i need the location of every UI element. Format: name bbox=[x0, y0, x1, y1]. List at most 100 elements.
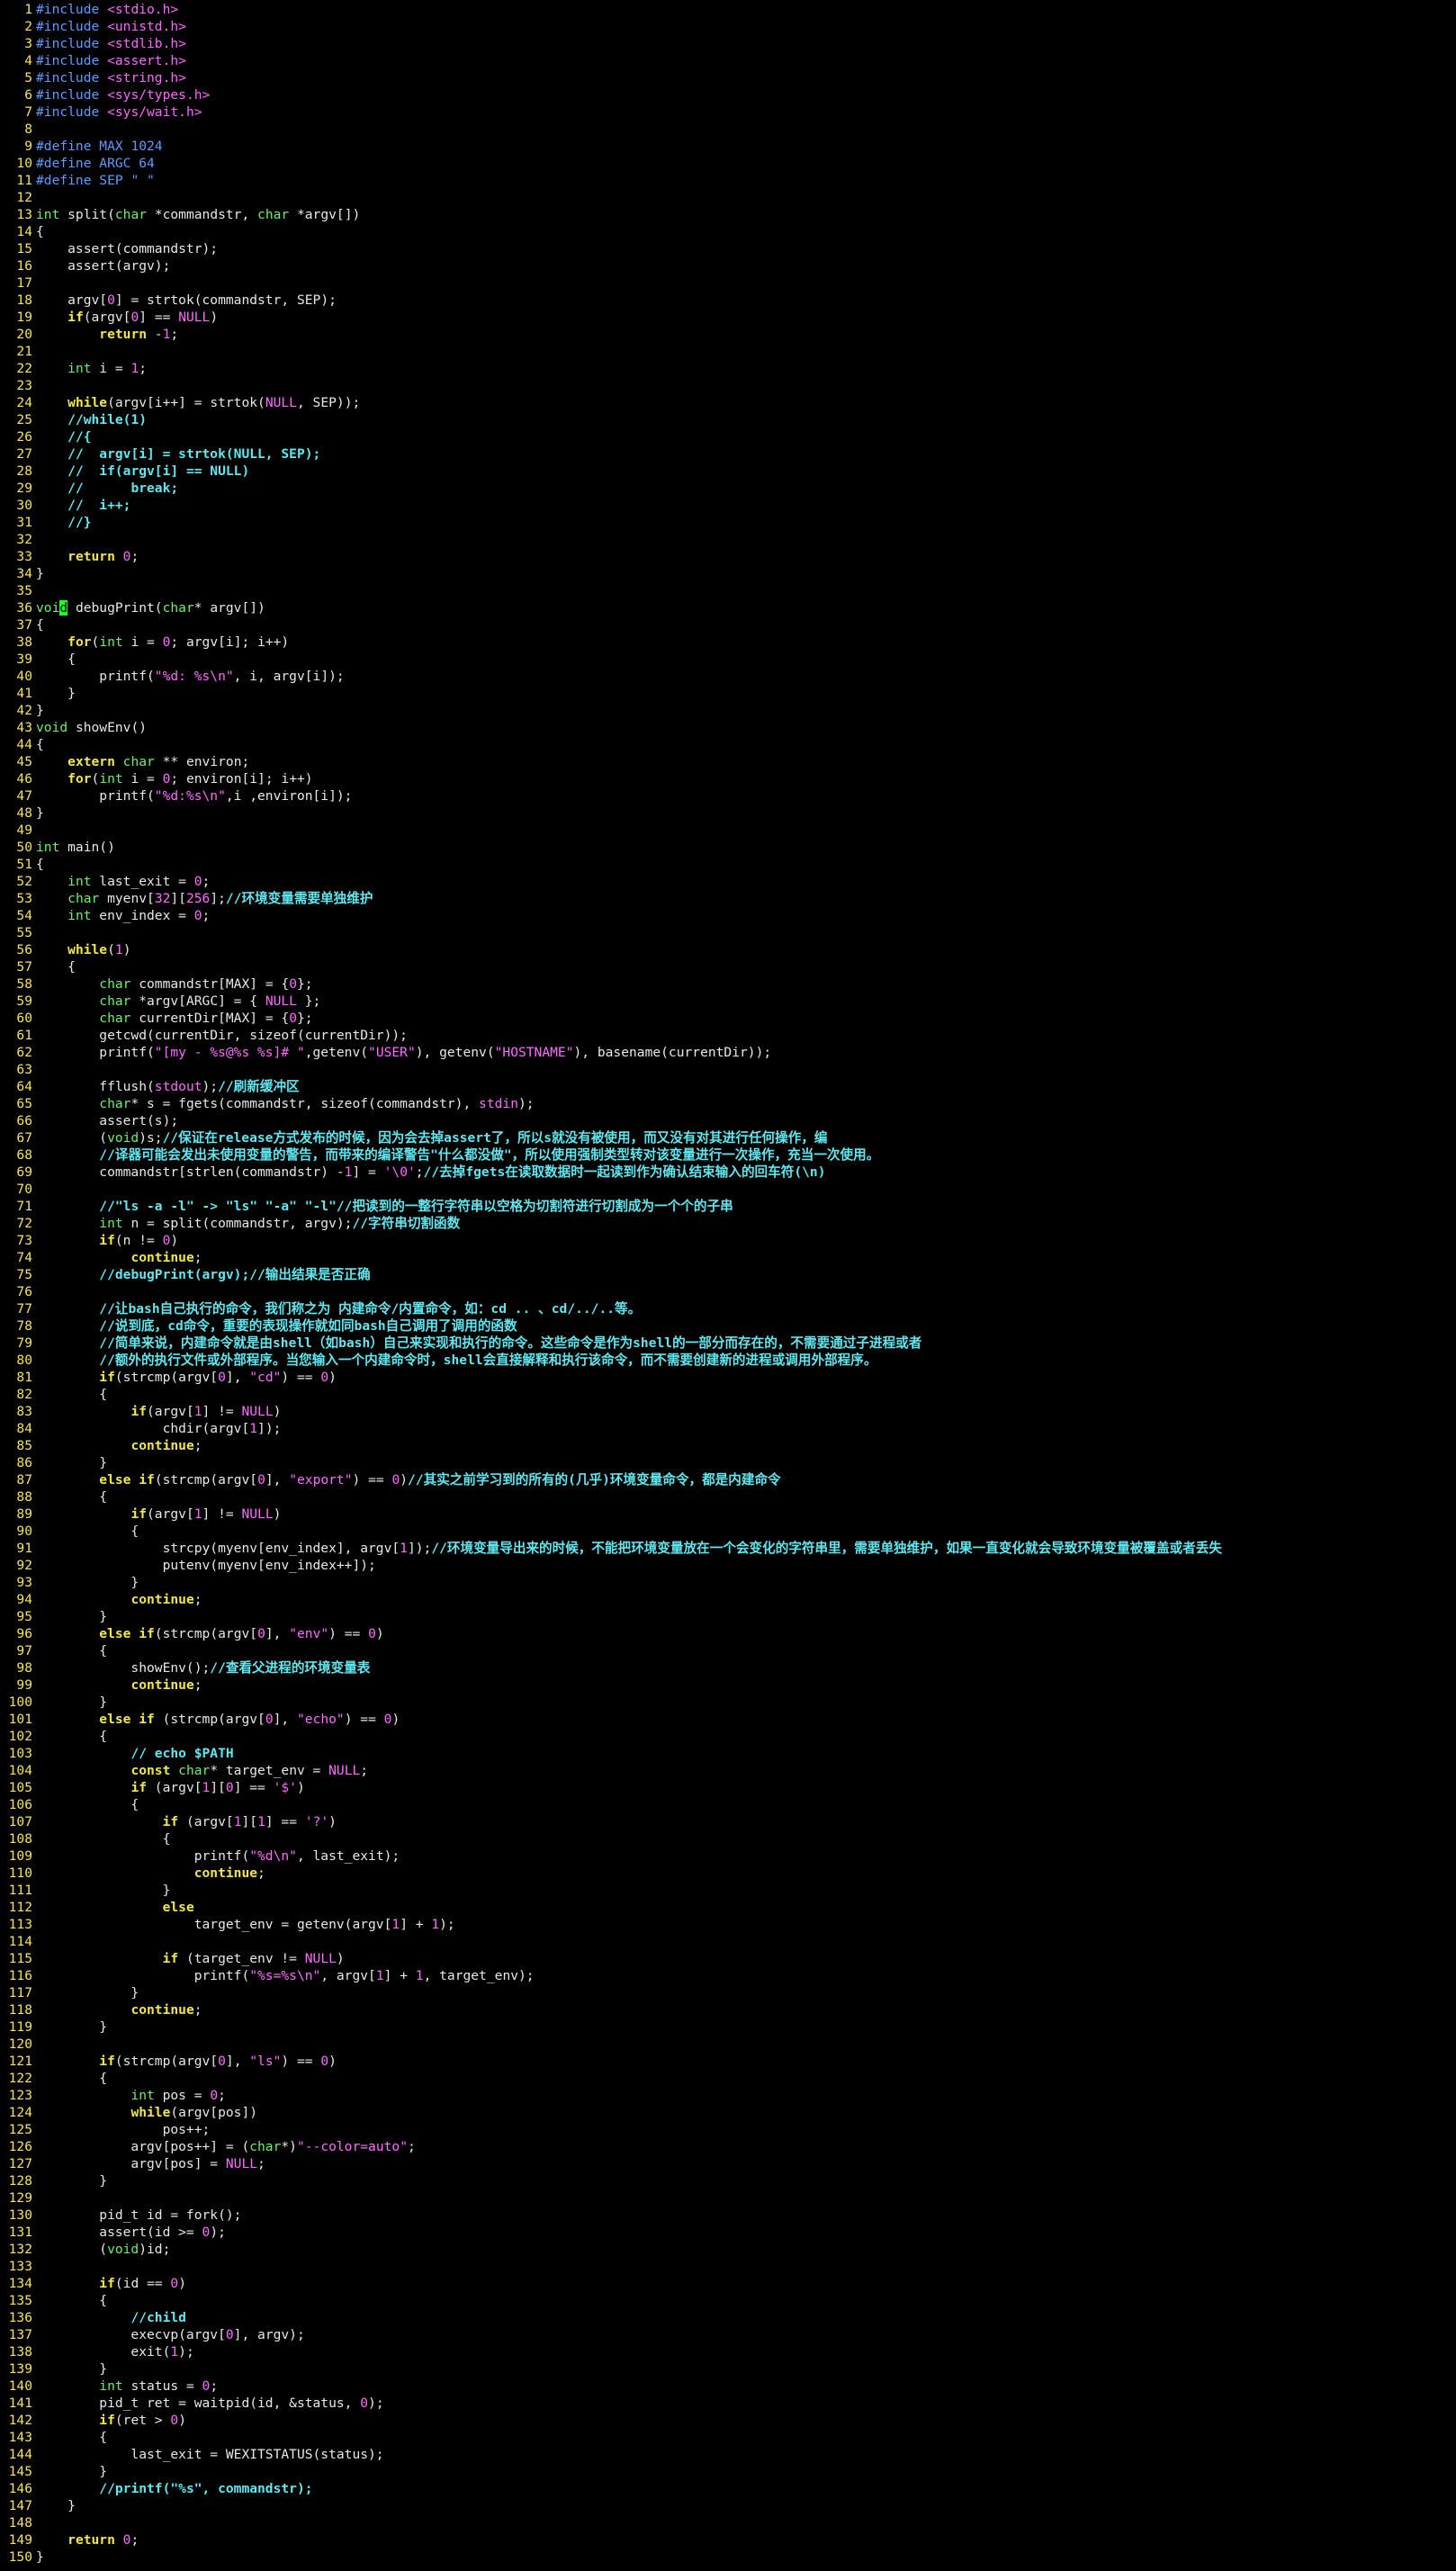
code-line[interactable]: 40 printf("%d: %s\n", i, argv[i]); bbox=[0, 668, 1456, 685]
code-line[interactable]: 135 { bbox=[0, 2292, 1456, 2309]
code-line[interactable]: 112 else bbox=[0, 1899, 1456, 1916]
code-line[interactable]: 34} bbox=[0, 565, 1456, 582]
code-line[interactable]: 46 for(int i = 0; environ[i]; i++) bbox=[0, 770, 1456, 787]
code-line[interactable]: 58 char commandstr[MAX] = {0}; bbox=[0, 975, 1456, 993]
code-line[interactable]: 104 const char* target_env = NULL; bbox=[0, 1762, 1456, 1779]
code-line[interactable]: 124 while(argv[pos]) bbox=[0, 2104, 1456, 2121]
code-line[interactable]: 106 { bbox=[0, 1796, 1456, 1813]
code-line[interactable]: 64 fflush(stdout);//刷新缓冲区 bbox=[0, 1078, 1456, 1095]
code-line[interactable]: 91 strcpy(myenv[env_index], argv[1]);//环… bbox=[0, 1540, 1456, 1557]
code-line[interactable]: 9 #define MAX 1024 bbox=[0, 138, 1456, 155]
code-line[interactable]: 47 printf("%d:%s\n",i ,environ[i]); bbox=[0, 787, 1456, 805]
code-line[interactable]: 66 assert(s); bbox=[0, 1112, 1456, 1129]
code-line[interactable]: 103 // echo $PATH bbox=[0, 1745, 1456, 1762]
code-line[interactable]: 146 //printf("%s", commandstr); bbox=[0, 2480, 1456, 2497]
code-line[interactable]: 122 { bbox=[0, 2070, 1456, 2087]
code-line[interactable]: 22 int i = 1; bbox=[0, 360, 1456, 377]
code-line[interactable]: 17 bbox=[0, 274, 1456, 292]
code-line[interactable]: 20 return -1; bbox=[0, 326, 1456, 343]
code-line[interactable]: 27 // argv[i] = strtok(NULL, SEP); bbox=[0, 445, 1456, 463]
code-line[interactable]: 69 commandstr[strlen(commandstr) -1] = '… bbox=[0, 1164, 1456, 1181]
code-line[interactable]: 111 } bbox=[0, 1882, 1456, 1899]
code-line[interactable]: 24 while(argv[i++] = strtok(NULL, SEP)); bbox=[0, 394, 1456, 411]
code-line[interactable]: 53 char myenv[32][256];//环境变量需要单独维护 bbox=[0, 890, 1456, 907]
code-line[interactable]: 52 int last_exit = 0; bbox=[0, 873, 1456, 890]
code-line[interactable]: 28 // if(argv[i] == NULL) bbox=[0, 463, 1456, 480]
code-line[interactable]: 80 //额外的执行文件或外部程序。当您输入一个内建命令时，shell会直接解释… bbox=[0, 1352, 1456, 1369]
code-line[interactable]: 130 pid_t id = fork(); bbox=[0, 2207, 1456, 2224]
code-line[interactable]: 127 argv[pos] = NULL; bbox=[0, 2155, 1456, 2172]
code-line[interactable]: 97 { bbox=[0, 1642, 1456, 1659]
code-line[interactable]: 132 (void)id; bbox=[0, 2241, 1456, 2258]
code-line[interactable]: 72 int n = split(commandstr, argv);//字符串… bbox=[0, 1215, 1456, 1232]
code-line[interactable]: 94 continue; bbox=[0, 1591, 1456, 1608]
code-line[interactable]: 125 pos++; bbox=[0, 2121, 1456, 2138]
code-line[interactable]: 49 bbox=[0, 822, 1456, 839]
code-line[interactable]: 39 { bbox=[0, 651, 1456, 668]
code-line[interactable]: 137 execvp(argv[0], argv); bbox=[0, 2326, 1456, 2343]
code-line[interactable]: 12 bbox=[0, 189, 1456, 206]
code-line[interactable]: 82 { bbox=[0, 1386, 1456, 1403]
code-line[interactable]: 99 continue; bbox=[0, 1677, 1456, 1694]
code-line[interactable]: 100 } bbox=[0, 1694, 1456, 1711]
code-line[interactable]: 15 assert(commandstr); bbox=[0, 240, 1456, 257]
code-line[interactable]: 121 if(strcmp(argv[0], "ls") == 0) bbox=[0, 2053, 1456, 2070]
code-line[interactable]: 41 } bbox=[0, 685, 1456, 702]
code-line[interactable]: 59 char *argv[ARGC] = { NULL }; bbox=[0, 993, 1456, 1010]
code-line[interactable]: 45 extern char ** environ; bbox=[0, 753, 1456, 770]
code-line[interactable]: 57 { bbox=[0, 958, 1456, 975]
code-line[interactable]: 30 // i++; bbox=[0, 497, 1456, 514]
code-line[interactable]: 75 //debugPrint(argv);//输出结果是否正确 bbox=[0, 1266, 1456, 1283]
code-line[interactable]: 85 continue; bbox=[0, 1437, 1456, 1454]
code-line[interactable]: 73 if(n != 0) bbox=[0, 1232, 1456, 1249]
code-line[interactable]: 11 #define SEP " " bbox=[0, 172, 1456, 189]
code-line[interactable]: 68 //译器可能会发出未使用变量的警告，而带来的编译警告"什么都没做"，所以使… bbox=[0, 1146, 1456, 1164]
code-line[interactable]: 134 if(id == 0) bbox=[0, 2275, 1456, 2292]
code-line[interactable]: 32 bbox=[0, 531, 1456, 548]
code-line[interactable]: 83 if(argv[1] != NULL) bbox=[0, 1403, 1456, 1420]
code-line[interactable]: 79 //简单来说，内建命令就是由shell（如bash）自己来实现和执行的命令… bbox=[0, 1335, 1456, 1352]
code-line[interactable]: 60 char currentDir[MAX] = {0}; bbox=[0, 1010, 1456, 1027]
code-line[interactable]: 120 bbox=[0, 2036, 1456, 2053]
code-line[interactable]: 109 printf("%d\n", last_exit); bbox=[0, 1847, 1456, 1865]
code-line[interactable]: 107 if (argv[1][1] == '?') bbox=[0, 1813, 1456, 1830]
code-line[interactable]: 149 return 0; bbox=[0, 2531, 1456, 2549]
code-line[interactable]: 35 bbox=[0, 582, 1456, 599]
code-line[interactable]: 37{ bbox=[0, 616, 1456, 634]
code-line[interactable]: 148 bbox=[0, 2514, 1456, 2531]
code-line[interactable]: 141 pid_t ret = waitpid(id, &status, 0); bbox=[0, 2395, 1456, 2412]
code-line[interactable]: 133 bbox=[0, 2258, 1456, 2275]
code-line[interactable]: 62 printf("[my - %s@%s %s]# ",getenv("US… bbox=[0, 1044, 1456, 1061]
code-line[interactable]: 23 bbox=[0, 377, 1456, 394]
code-line[interactable]: 18 argv[0] = strtok(commandstr, SEP); bbox=[0, 292, 1456, 309]
code-line[interactable]: 16 assert(argv); bbox=[0, 257, 1456, 274]
code-line[interactable]: 7 #include <sys/wait.h> bbox=[0, 103, 1456, 121]
code-line[interactable]: 2 #include <unistd.h> bbox=[0, 18, 1456, 35]
code-line[interactable]: 26 //{ bbox=[0, 428, 1456, 445]
code-line[interactable]: 92 putenv(myenv[env_index++]); bbox=[0, 1557, 1456, 1574]
code-line[interactable]: 128 } bbox=[0, 2172, 1456, 2189]
code-line[interactable]: 117 } bbox=[0, 1984, 1456, 2001]
code-line[interactable]: 65 char* s = fgets(commandstr, sizeof(co… bbox=[0, 1095, 1456, 1112]
code-line[interactable]: 55 bbox=[0, 924, 1456, 941]
code-line[interactable]: 43 void showEnv() bbox=[0, 719, 1456, 736]
code-line[interactable]: 139 } bbox=[0, 2360, 1456, 2378]
code-editor[interactable]: 1 #include <stdio.h> 2 #include <unistd.h> 3… bbox=[0, 1, 1456, 2571]
code-line[interactable]: 147 } bbox=[0, 2497, 1456, 2514]
code-line[interactable]: 78 //说到底，cd命令，重要的表现操作就如同bash自己调用了调用的函数 bbox=[0, 1317, 1456, 1335]
code-line[interactable]: 44 { bbox=[0, 736, 1456, 753]
code-line[interactable]: 42} bbox=[0, 702, 1456, 719]
code-line[interactable]: 50 int main() bbox=[0, 839, 1456, 856]
code-line[interactable]: 77 //让bash自己执行的命令，我们称之为 内建命令/内置命令，如：cd .… bbox=[0, 1300, 1456, 1317]
code-line[interactable]: 33 return 0; bbox=[0, 548, 1456, 565]
code-line[interactable]: 138 exit(1); bbox=[0, 2343, 1456, 2360]
code-line[interactable]: 6 #include <sys/types.h> bbox=[0, 86, 1456, 103]
code-line[interactable]: 90 { bbox=[0, 1523, 1456, 1540]
code-line[interactable]: 25 //while(1) bbox=[0, 411, 1456, 428]
code-line[interactable]: 136 //child bbox=[0, 2309, 1456, 2326]
code-line[interactable]: 93 } bbox=[0, 1574, 1456, 1591]
code-line[interactable]: 1 #include <stdio.h> bbox=[0, 1, 1456, 18]
code-line[interactable]: 87 else if(strcmp(argv[0], "export") == … bbox=[0, 1471, 1456, 1488]
code-line[interactable]: 126 argv[pos++] = (char*)"--color=auto"; bbox=[0, 2138, 1456, 2155]
code-line[interactable]: 131 assert(id >= 0); bbox=[0, 2224, 1456, 2241]
